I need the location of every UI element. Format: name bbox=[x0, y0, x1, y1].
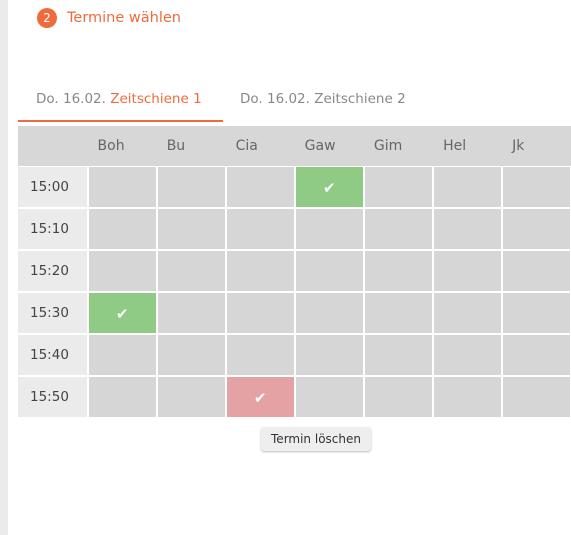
time-row: 15:00 ✔ bbox=[18, 166, 571, 208]
slot-cell[interactable] bbox=[294, 208, 364, 250]
active-tab-indicator bbox=[18, 120, 223, 122]
slot-cell[interactable] bbox=[294, 292, 364, 334]
column-header: Bu bbox=[156, 126, 226, 166]
slot-cell[interactable] bbox=[156, 250, 226, 292]
slot-cell[interactable] bbox=[294, 334, 364, 376]
time-row: 15:40 bbox=[18, 334, 571, 376]
tab-zeitschiene-2[interactable]: Do. 16.02. Zeitschiene 2 bbox=[240, 84, 406, 120]
slot-cell[interactable] bbox=[225, 166, 295, 208]
slot-cell[interactable] bbox=[363, 250, 434, 292]
time-row: 15:20 bbox=[18, 250, 571, 292]
tab-date: Do. 16.02. bbox=[240, 91, 310, 107]
slot-cell[interactable]: ✔ bbox=[87, 292, 157, 334]
step-number-badge: 2 bbox=[37, 8, 57, 28]
time-label: 15:40 bbox=[18, 334, 88, 376]
slot-cell[interactable] bbox=[502, 208, 571, 250]
slot-cell[interactable] bbox=[433, 334, 503, 376]
left-rail bbox=[0, 0, 8, 535]
time-label: 15:30 bbox=[18, 292, 88, 334]
slot-cell[interactable] bbox=[156, 334, 226, 376]
tab-zeitschiene-1[interactable]: Do. 16.02. Zeitschiene 1 bbox=[36, 84, 202, 120]
slot-cell[interactable] bbox=[156, 166, 226, 208]
slot-cell[interactable] bbox=[156, 292, 226, 334]
column-header: Gim bbox=[363, 126, 434, 166]
slot-cell[interactable] bbox=[87, 250, 157, 292]
slot-cell[interactable] bbox=[225, 292, 295, 334]
tab-date: Do. 16.02. bbox=[36, 91, 106, 107]
schedule-grid: Boh Bu Cia Gaw Gim Hel Jk 15:00 ✔ 15:10 15:… bbox=[18, 126, 571, 418]
corner-cell bbox=[18, 126, 88, 166]
slot-cell[interactable] bbox=[225, 250, 295, 292]
slot-cell[interactable] bbox=[502, 250, 571, 292]
slot-cell[interactable] bbox=[225, 208, 295, 250]
time-label: 15:10 bbox=[18, 208, 88, 250]
slot-cell[interactable] bbox=[433, 250, 503, 292]
check-icon: ✔ bbox=[253, 388, 267, 407]
slot-cell[interactable] bbox=[87, 166, 157, 208]
slot-cell[interactable] bbox=[156, 376, 226, 418]
delete-tooltip: Termin löschen bbox=[261, 427, 371, 451]
check-icon: ✔ bbox=[322, 178, 336, 197]
slot-cell[interactable] bbox=[502, 334, 571, 376]
slot-cell[interactable] bbox=[363, 292, 434, 334]
column-header: Boh bbox=[87, 126, 157, 166]
slot-cell[interactable] bbox=[87, 334, 157, 376]
step-title: Termine wählen bbox=[67, 10, 181, 26]
slot-cell[interactable] bbox=[502, 292, 571, 334]
time-label: 15:50 bbox=[18, 376, 88, 418]
column-header: Hel bbox=[433, 126, 503, 166]
page: 2 Termine wählen Do. 16.02. Zeitschiene … bbox=[0, 0, 571, 535]
slot-cell[interactable] bbox=[156, 208, 226, 250]
time-row: 15:50 ✔ bbox=[18, 376, 571, 418]
slot-cell[interactable] bbox=[433, 376, 503, 418]
check-icon: ✔ bbox=[115, 304, 129, 323]
slot-cell[interactable] bbox=[433, 166, 503, 208]
time-label: 15:00 bbox=[18, 166, 88, 208]
slot-cell[interactable] bbox=[294, 250, 364, 292]
time-label: 15:20 bbox=[18, 250, 88, 292]
slot-cell[interactable] bbox=[363, 208, 434, 250]
slot-cell[interactable] bbox=[433, 208, 503, 250]
slot-cell[interactable] bbox=[87, 376, 157, 418]
column-header: Cia bbox=[225, 126, 295, 166]
time-row: 15:10 bbox=[18, 208, 571, 250]
slot-cell[interactable] bbox=[363, 334, 434, 376]
slot-cell[interactable] bbox=[502, 166, 571, 208]
timeslot-tabs: Do. 16.02. Zeitschiene 1 Do. 16.02. Zeit… bbox=[18, 84, 571, 122]
header-row: Boh Bu Cia Gaw Gim Hel Jk bbox=[18, 126, 571, 166]
slot-cell[interactable]: ✔ bbox=[225, 376, 295, 418]
slot-cell[interactable] bbox=[294, 376, 364, 418]
slot-cell[interactable] bbox=[225, 334, 295, 376]
time-row: 15:30 ✔ bbox=[18, 292, 571, 334]
slot-cell[interactable] bbox=[363, 376, 434, 418]
slot-cell[interactable] bbox=[363, 166, 434, 208]
step-header: 2 Termine wählen bbox=[37, 6, 181, 30]
slot-cell[interactable] bbox=[433, 292, 503, 334]
column-header: Gaw bbox=[294, 126, 364, 166]
slot-cell[interactable] bbox=[87, 208, 157, 250]
tab-label: Zeitschiene 1 bbox=[110, 91, 202, 107]
slot-cell[interactable]: ✔ bbox=[294, 166, 364, 208]
tab-label: Zeitschiene 2 bbox=[314, 91, 406, 107]
slot-cell[interactable] bbox=[502, 376, 571, 418]
column-header: Jk bbox=[502, 126, 571, 166]
